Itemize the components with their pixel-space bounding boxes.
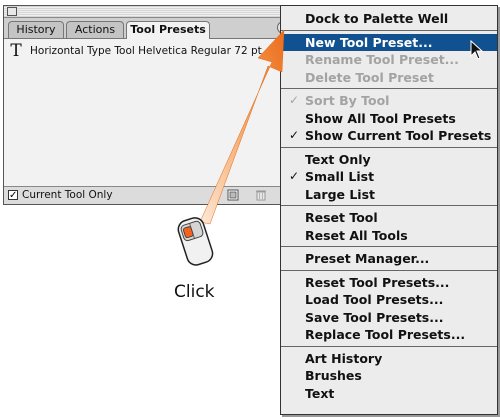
palette-flyout-menu: Dock to Palette Well New Tool Preset... Re… [280,5,498,415]
menu-item-label: Text Only [305,151,371,167]
current-tool-only-checkbox[interactable]: ✓ [8,190,18,201]
menu-item-load-tool-presets[interactable]: Load Tool Presets... [281,291,497,308]
checkmark-icon: ✓ [289,93,300,107]
palette-bottom-bar: ✓ Current Tool Only [4,186,294,204]
tab-tool-presets[interactable]: Tool Presets [126,21,210,39]
palette-tabs: History Actions Tool Presets [4,18,294,39]
menu-separator [281,246,497,247]
menu-item-label: Show Current Tool Presets [305,128,492,143]
menu-item-label: Sort By Tool [305,93,390,108]
mouse-pointer-icon [470,40,484,60]
palette-titlebar[interactable] [4,6,294,18]
tab-actions[interactable]: Actions [66,21,124,38]
list-item-label: Horizontal Type Tool Helvetica Regular 7… [30,45,262,57]
menu-item-show-current-tool-presets[interactable]: ✓ Show Current Tool Presets [281,127,497,144]
menu-item-label: Art History [305,350,383,366]
menu-item-brushes[interactable]: Brushes [281,367,497,384]
menu-item-label: Dock to Palette Well [305,11,449,26]
menu-item-label: Brushes [305,368,362,383]
menu-item-reset-tool-presets[interactable]: Reset Tool Presets... [281,274,497,291]
menu-item-label: Rename Tool Preset... [305,52,459,67]
menu-separator [281,88,497,89]
menu-item-label: Load Tool Presets... [305,292,444,307]
new-preset-icon[interactable] [226,189,240,201]
checkmark-icon: ✓ [289,169,300,183]
menu-item-label: Small List [305,169,375,184]
menu-item-label: Reset Tool [305,210,378,225]
tab-history[interactable]: History [8,21,64,38]
menu-separator [281,345,497,347]
menu-item-show-all-tool-presets[interactable]: Show All Tool Presets [281,110,497,127]
menu-item-replace-tool-presets[interactable]: Replace Tool Presets... [281,326,497,343]
type-tool-icon: T [10,41,22,61]
menu-item-reset-tool[interactable]: Reset Tool [281,209,497,226]
menu-separator [281,146,497,148]
click-callout-label: Click [174,282,215,302]
menu-item-text-only[interactable]: Text Only [281,151,497,168]
menu-item-preset-manager[interactable]: Preset Manager... [281,250,497,267]
menu-item-delete-tool-preset: Delete Tool Preset [281,69,497,86]
menu-item-new-tool-preset[interactable]: New Tool Preset... [281,33,497,51]
menu-item-small-list[interactable]: ✓ Small List [281,168,497,185]
tool-preset-list: T Horizontal Type Tool Helvetica Regular… [4,39,294,187]
trash-icon[interactable] [254,189,268,201]
menu-item-label: New Tool Preset... [305,34,433,50]
current-tool-only-label: Current Tool Only [22,189,113,201]
menu-separator [281,29,497,31]
menu-item-save-tool-presets[interactable]: Save Tool Presets... [281,309,497,326]
checkmark-icon: ✓ [289,128,300,142]
menu-item-text[interactable]: Text [281,385,497,402]
menu-separator [281,205,497,206]
menu-item-label: Large List [305,186,376,202]
menu-item-label: Replace Tool Presets... [305,327,466,342]
tool-presets-palette: History Actions Tool Presets T Horizonta… [3,5,295,205]
menu-item-sort-by-tool: ✓ Sort By Tool [281,92,497,109]
menu-item-art-history[interactable]: Art History [281,350,497,367]
menu-item-label: Text [305,385,335,401]
menu-item-dock-to-palette-well[interactable]: Dock to Palette Well [281,10,497,27]
menu-item-label: Reset Tool Presets... [305,274,450,290]
menu-item-label: Preset Manager... [305,251,430,266]
menu-item-rename-tool-preset: Rename Tool Preset... [281,51,497,68]
menu-item-large-list[interactable]: Large List [281,186,497,203]
menu-item-label: Reset All Tools [305,227,408,243]
list-item[interactable]: T Horizontal Type Tool Helvetica Regular… [8,41,262,61]
menu-item-label: Show All Tool Presets [305,110,456,126]
menu-item-label: Save Tool Presets... [305,309,444,325]
menu-item-label: Delete Tool Preset [305,69,434,85]
menu-item-reset-all-tools[interactable]: Reset All Tools [281,227,497,244]
menu-separator [281,269,497,271]
close-box-icon[interactable] [7,7,17,16]
mouse-icon [177,217,214,266]
